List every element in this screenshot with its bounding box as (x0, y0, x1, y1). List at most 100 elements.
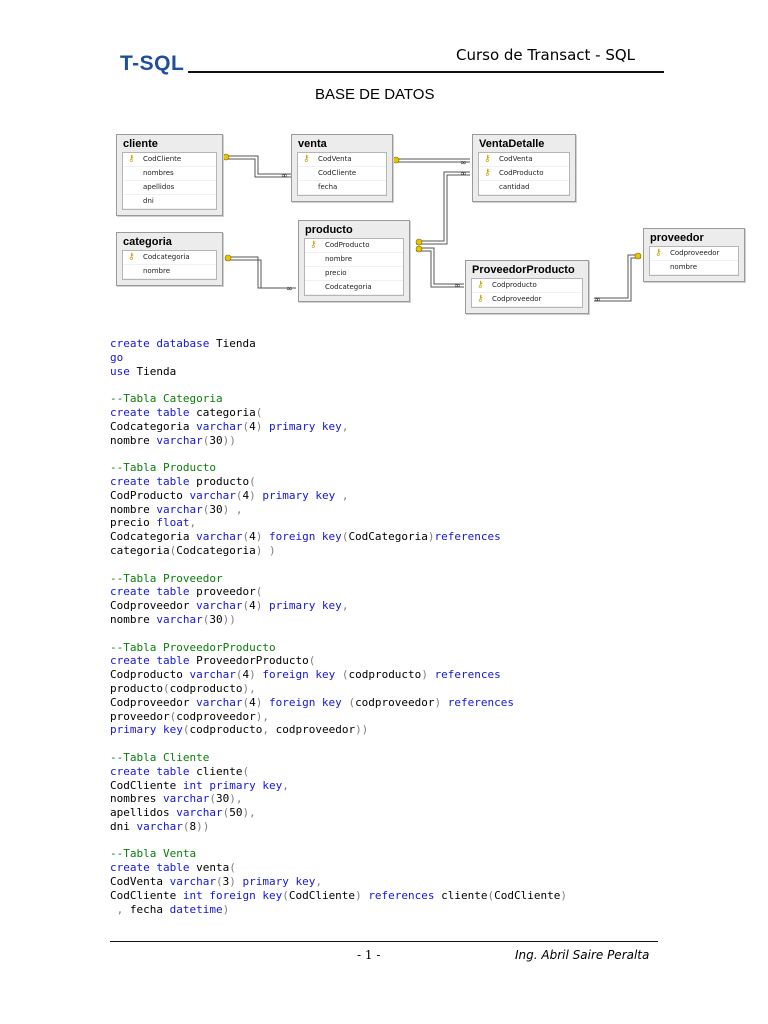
table-venta[interactable]: venta ⚷ CodVenta CodCliente fecha (291, 134, 393, 202)
column-name: CodCliente (143, 155, 182, 163)
sql-text: codproducto (189, 723, 263, 737)
column-row: fecha (298, 181, 386, 195)
sql-comment: --Tabla ProveedorProducto (110, 640, 276, 654)
sql-text: 4 (249, 695, 256, 709)
page-number: - 1 - (357, 948, 381, 962)
code-line: create table categoria( (110, 406, 670, 420)
database-diagram: ∞ ∞ ∞ ∞ ∞ ∞ cliente ⚷ CodCliente nombres ap… (110, 128, 768, 328)
sql-text: ( (209, 792, 216, 806)
sql-text: Codproveedor (110, 599, 197, 613)
column-list: ⚷ CodCliente nombres apellidos dni (122, 152, 217, 210)
column-name: CodVenta (318, 155, 352, 163)
sql-text: CodCategoria (348, 530, 428, 544)
sql-text: ( (308, 654, 316, 668)
code-line: create database Tienda (110, 337, 670, 351)
sql-keyword: varchar (169, 875, 216, 889)
sql-keyword: use (110, 364, 130, 378)
sql-text: codproducto (169, 681, 243, 695)
sql-keyword: varchar (196, 599, 243, 613)
code-line: --Tabla Categoria (110, 392, 670, 406)
footer-rule (110, 941, 658, 942)
column-row: CodCliente (298, 167, 386, 181)
code-line: --Tabla Proveedor (110, 572, 670, 586)
code-line: create table producto( (110, 475, 670, 489)
sql-text: CodCliente (110, 778, 183, 792)
sql-keyword: varchar (156, 612, 203, 626)
code-line: categoria(Codcategoria) ) (110, 544, 670, 558)
sql-keyword: varchar (189, 488, 236, 502)
sql-text: Codcategoria (110, 419, 197, 433)
sql-text: )) (222, 612, 236, 626)
author-name: Ing. Abril Saire Peralta (515, 948, 650, 962)
sql-keyword: go (110, 350, 124, 364)
sql-keyword: foreign key (262, 668, 336, 682)
sql-text: nombre (110, 433, 157, 447)
sql-keyword: varchar (176, 806, 223, 820)
sql-text: categoria (189, 405, 256, 419)
key-icon: ⚷ (128, 154, 135, 164)
code-line: CodVenta varchar(3) primary key, (110, 875, 670, 889)
table-categoria[interactable]: categoria ⚷ Codcategoria nombre (116, 232, 223, 286)
sql-text: proveedor (189, 585, 256, 599)
sql-text: )) (355, 723, 369, 737)
sql-text: , (341, 419, 349, 433)
table-title: producto (305, 224, 353, 236)
sql-keyword: primary key (268, 599, 342, 613)
sql-text: venta (189, 861, 230, 875)
sql-text: , (235, 502, 243, 516)
column-name: nombre (325, 255, 353, 263)
sql-keyword: foreign key (268, 695, 342, 709)
sql-text: ) (560, 888, 568, 902)
sql-text: 30 (209, 612, 223, 626)
code-line: --Tabla Cliente (110, 751, 670, 765)
sql-text: 4 (249, 599, 256, 613)
table-ventadetalle[interactable]: VentaDetalle ⚷ CodVenta ⚷ CodProducto cantid… (472, 134, 576, 202)
code-line: producto(codproducto), (110, 682, 670, 696)
code-line: --Tabla ProveedorProducto (110, 641, 670, 655)
code-line: --Tabla Venta (110, 847, 670, 861)
svg-text:∞: ∞ (454, 281, 461, 290)
sql-text: apellidos (110, 806, 177, 820)
table-proveedor[interactable]: proveedor ⚷ Codproveedor nombre (643, 228, 745, 282)
key-icon: ⚷ (484, 154, 491, 164)
table-title: cliente (123, 138, 158, 150)
table-proveedorproducto[interactable]: ProveedorProducto ⚷ Codproducto ⚷ Codprovee… (465, 260, 589, 314)
key-icon: ⚷ (477, 280, 484, 290)
sql-text: , (189, 516, 197, 530)
sql-text: nombre (110, 502, 157, 516)
sql-keyword: varchar (162, 792, 210, 806)
code-line: , fecha datetime) (110, 903, 670, 917)
sql-keyword: varchar (196, 419, 243, 433)
sql-text: Codcategoria (110, 530, 197, 544)
sql-keyword: create table (110, 654, 190, 668)
rel-producto-ventadetalle (416, 171, 470, 242)
sql-text: ) (222, 902, 230, 916)
column-name: Codcategoria (325, 283, 372, 291)
column-name: dni (143, 197, 154, 205)
sql-keyword: primary key (242, 875, 316, 889)
sql-text: nombre (110, 612, 157, 626)
sql-keyword: references (368, 888, 435, 902)
code-line: primary key(codproducto, codproveedor)) (110, 723, 670, 737)
table-cliente[interactable]: cliente ⚷ CodCliente nombres apellidos dni (116, 134, 223, 216)
sql-text: Codcategoria (176, 543, 256, 557)
column-row: precio (305, 267, 403, 281)
code-line: create table proveedor( (110, 585, 670, 599)
column-name: precio (325, 269, 347, 277)
table-producto[interactable]: producto ⚷ CodProducto nombre precio Codcate… (298, 220, 410, 302)
code-line: --Tabla Producto (110, 461, 670, 475)
column-row: cantidad (479, 181, 569, 195)
sql-text: dni (110, 819, 137, 833)
sql-keyword: primary key (110, 723, 183, 737)
sql-keyword: references (434, 668, 501, 682)
sql-keyword: varchar (156, 433, 203, 447)
sql-text: Tienda (129, 364, 177, 378)
column-row: ⚷ Codproveedor (650, 247, 738, 261)
header-rule (188, 71, 664, 73)
sql-keyword: create table (110, 861, 190, 875)
